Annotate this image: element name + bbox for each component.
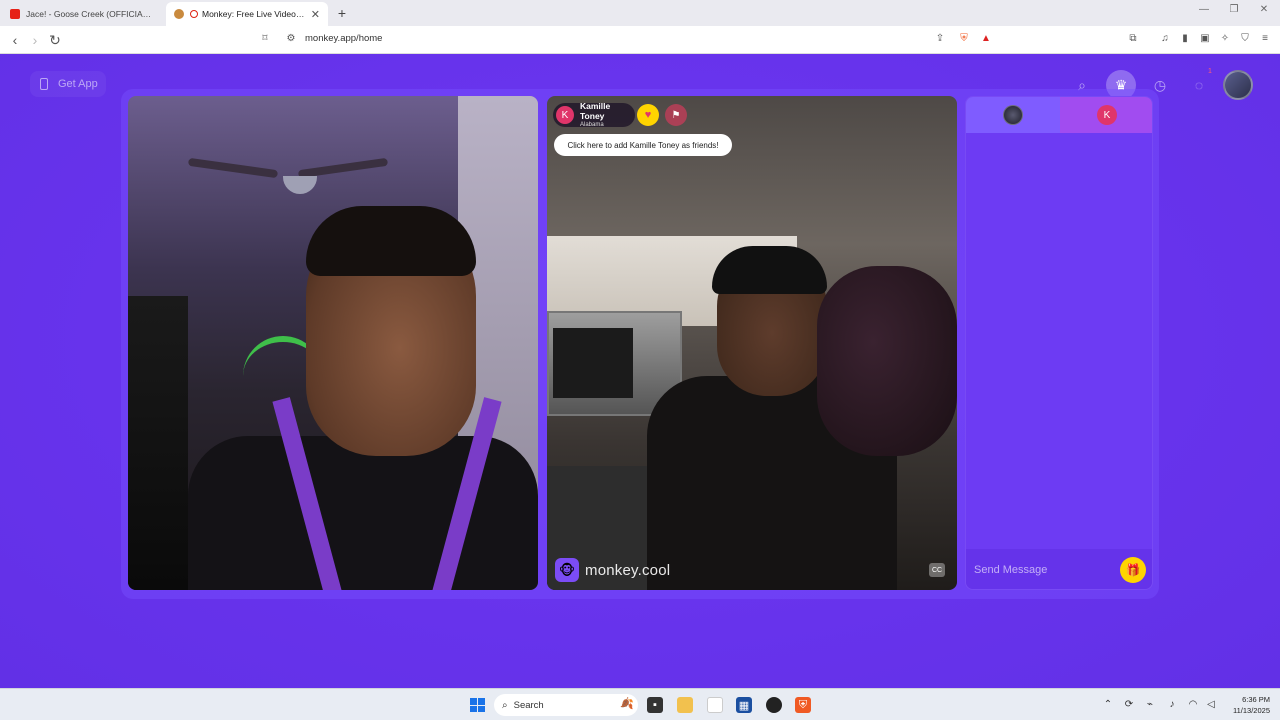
store-icon[interactable]: ▦ [736, 697, 752, 713]
send-message-input[interactable] [974, 564, 1104, 576]
peer-chat-avatar: K [1097, 105, 1117, 125]
back-icon[interactable]: ‹ [6, 31, 24, 49]
taskbar-search[interactable]: ⌕ Search 🍂 [494, 694, 638, 716]
reload-icon[interactable]: ↻ [46, 31, 64, 49]
captions-icon[interactable]: CC [929, 563, 945, 577]
wallet-icon[interactable]: ▣ [1199, 33, 1211, 45]
clock-time: 6:36 PM [1242, 695, 1270, 704]
search-highlight-icon: 🍂 [620, 698, 634, 710]
system-clock[interactable]: 6:36 PM 11/13/2025 [1226, 694, 1270, 716]
new-tab-button[interactable]: + [334, 5, 350, 21]
volume-icon[interactable]: ◁ [1204, 699, 1218, 710]
menu-icon[interactable]: ≡ [1259, 33, 1271, 45]
get-app-button[interactable]: Get App [30, 71, 106, 97]
ceiling-fan [187, 146, 389, 194]
taskbar-search-label: Search [513, 699, 544, 711]
monkey-logo-icon: 🐵 [555, 558, 579, 582]
close-window-icon[interactable]: ✕ [1254, 4, 1274, 15]
tab-title: Jace! - Goose Creek (OFFICIAL VIDEO [26, 9, 154, 19]
minimize-icon[interactable]: — [1194, 4, 1214, 15]
bookmark-icon[interactable]: ⌑ [259, 33, 271, 45]
chat-tab-self[interactable] [966, 97, 1060, 133]
gift-button[interactable]: 🎁 [1120, 557, 1146, 583]
chat-panel: K 🎁 [965, 96, 1153, 590]
notepad-icon[interactable] [707, 697, 723, 713]
peer-avatar: K [556, 106, 574, 124]
obs-icon[interactable] [766, 697, 782, 713]
share-icon[interactable]: ⇪ [934, 33, 946, 45]
self-video-feed [128, 96, 538, 590]
restore-icon[interactable]: ❐ [1224, 4, 1244, 15]
peer-name: Kamille Toney [580, 101, 611, 121]
vpn-icon[interactable]: ⛉ [1239, 33, 1251, 45]
notification-badge: 1 [1208, 68, 1212, 75]
clock-date: 11/13/2025 [1233, 706, 1270, 715]
phone-icon [40, 78, 48, 90]
media-icon[interactable]: ♫ [1159, 33, 1171, 45]
brave-icon[interactable]: ⛨ [795, 697, 811, 713]
watermark-text: monkey.cool [585, 561, 671, 579]
browser-tab-youtube[interactable]: Jace! - Goose Creek (OFFICIAL VIDEO [2, 2, 162, 26]
search-icon: ⌕ [502, 699, 508, 711]
peer-location: Alabama [580, 122, 604, 128]
tray-overflow-icon[interactable]: ⌃ [1101, 699, 1115, 710]
chat-tab-peer[interactable]: K [1060, 97, 1152, 133]
message-composer: 🎁 [966, 549, 1152, 589]
profile-avatar[interactable] [1223, 70, 1253, 100]
browser-toolbar: ‹ › ↻ [0, 26, 1280, 54]
sidebar-icon[interactable]: ▮ [1179, 33, 1191, 45]
leo-ai-icon[interactable]: ✧ [1219, 33, 1231, 45]
file-explorer-icon[interactable] [677, 697, 693, 713]
brave-shields-icon[interactable]: ⛨ [958, 33, 970, 45]
url-text[interactable]: monkey.app/home [305, 33, 382, 44]
youtube-icon [10, 9, 20, 19]
close-tab-icon[interactable]: ✕ [311, 8, 320, 21]
add-friend-tooltip[interactable]: Click here to add Kamille Toney as frien… [554, 134, 732, 156]
tab-title: Monkey: Free Live Video Chat [202, 9, 305, 19]
sync-icon[interactable]: ⟳ [1122, 699, 1136, 710]
screenshot-icon[interactable]: ⧉ [1127, 33, 1139, 45]
forward-icon[interactable]: › [26, 31, 44, 49]
browser-tab-monkey[interactable]: Monkey: Free Live Video Chat ✕ [166, 2, 328, 26]
site-info-icon[interactable]: ⚙ [285, 33, 297, 45]
add-friend-button[interactable]: ♥ [637, 104, 659, 126]
task-view-icon[interactable]: ▪ [647, 697, 663, 713]
microphone-icon[interactable]: ♪ [1165, 699, 1179, 710]
self-avatar [1003, 105, 1023, 125]
monkey-icon [174, 9, 184, 19]
brave-rewards-icon[interactable]: ▲ [980, 33, 992, 45]
peer-video-feed [547, 96, 957, 590]
recording-icon [190, 10, 198, 18]
report-icon[interactable]: ⚑ [665, 104, 687, 126]
watermark: 🐵 monkey.cool [555, 558, 670, 582]
peer-info-pill[interactable]: K Kamille Toney Alabama [553, 101, 635, 128]
start-icon[interactable] [470, 698, 485, 712]
wifi-icon[interactable]: ◠ [1186, 699, 1200, 710]
windows-taskbar: ⌕ Search 🍂 ▪ ▦ ⛨ ⌃ ⟳ ⌁ ♪ ◠ ◁ 6:36 PM 11/… [0, 688, 1280, 720]
browser-tab-strip: Jace! - Goose Creek (OFFICIAL VIDEO Monk… [0, 0, 1280, 26]
network-icon[interactable]: ⌁ [1143, 699, 1157, 710]
get-app-label: Get App [58, 78, 98, 90]
